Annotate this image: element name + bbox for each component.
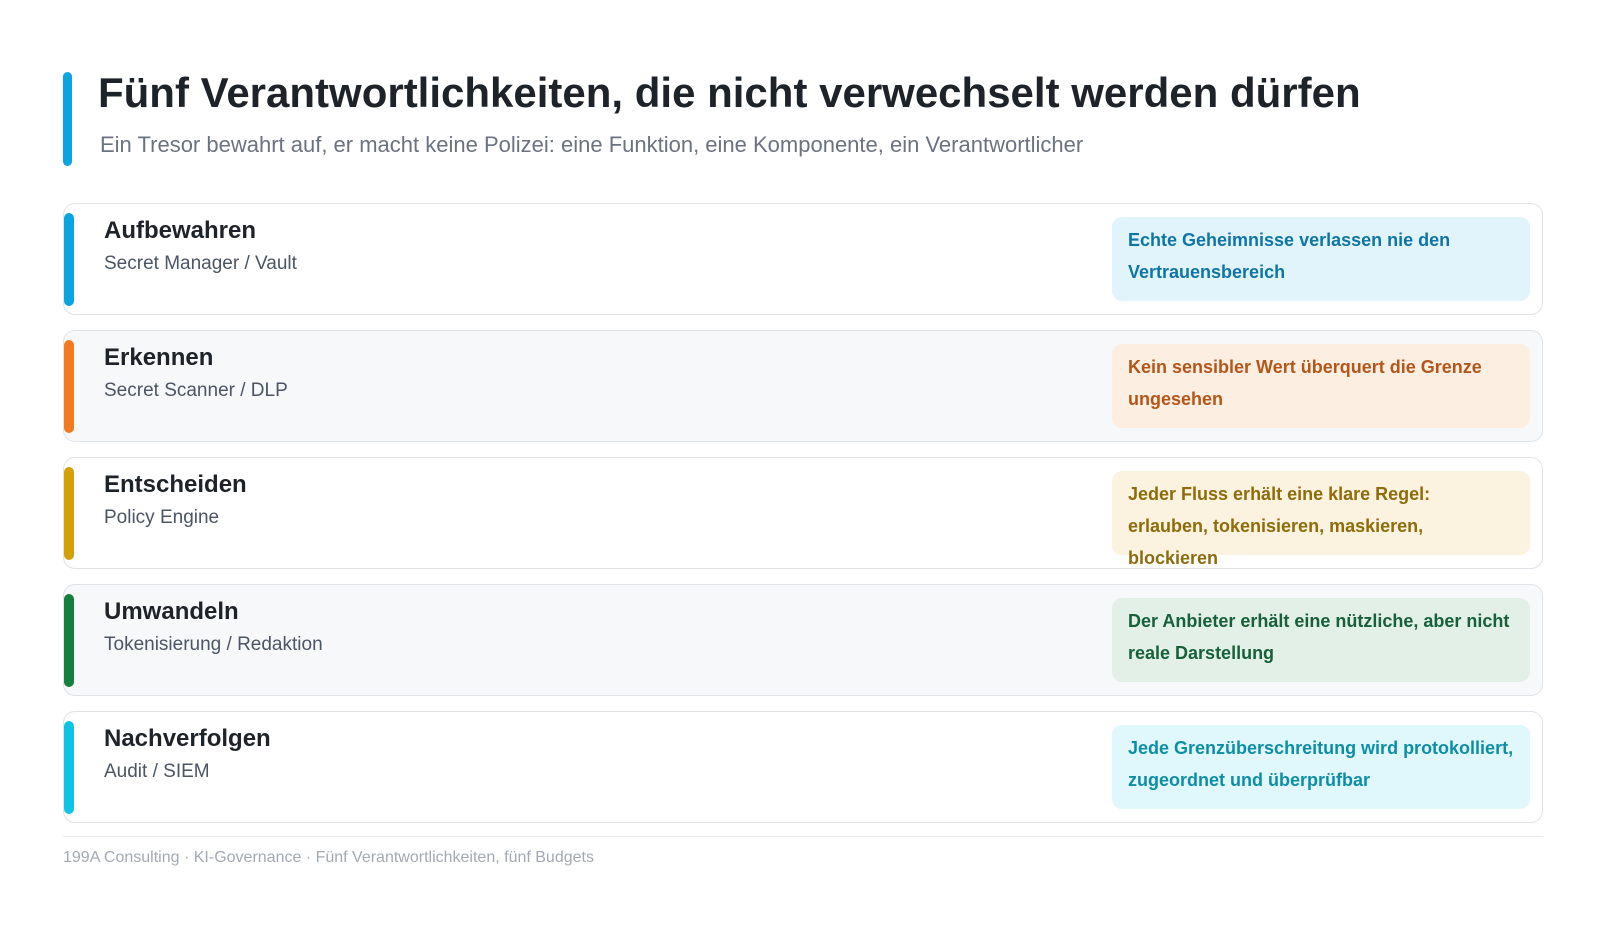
responsibility-row-umwandeln: Umwandeln Tokenisierung / Redaktion Der … xyxy=(63,584,1543,696)
responsibility-row-entscheiden: Entscheiden Policy Engine Jeder Fluss er… xyxy=(63,457,1543,569)
header-accent-bar xyxy=(63,72,72,166)
role-goal-badge: Echte Geheimnisse verlassen nie den Vert… xyxy=(1112,217,1530,301)
row-accent-bar xyxy=(64,594,74,687)
role-component: Audit / SIEM xyxy=(104,761,210,782)
row-accent-bar xyxy=(64,340,74,433)
role-name: Nachverfolgen xyxy=(104,725,271,752)
page-title: Fünf Verantwortlichkeiten, die nicht ver… xyxy=(98,69,1361,116)
role-goal-badge: Jede Grenzüberschreitung wird protokolli… xyxy=(1112,725,1530,809)
role-goal-badge: Der Anbieter erhält eine nützliche, aber… xyxy=(1112,598,1530,682)
role-component: Secret Scanner / DLP xyxy=(104,380,288,401)
responsibility-row-nachverfolgen: Nachverfolgen Audit / SIEM Jede Grenzübe… xyxy=(63,711,1543,823)
footer-text: 199A Consulting · KI-Governance · Fünf V… xyxy=(63,849,594,866)
role-component: Tokenisierung / Redaktion xyxy=(104,634,323,655)
role-goal-badge: Kein sensibler Wert überquert die Grenze… xyxy=(1112,344,1530,428)
role-component: Policy Engine xyxy=(104,507,220,528)
row-accent-bar xyxy=(64,213,74,306)
role-goal-badge: Jeder Fluss erhält eine klare Regel: erl… xyxy=(1112,471,1530,568)
responsibility-row-erkennen: Erkennen Secret Scanner / DLP Kein sensi… xyxy=(63,330,1543,442)
role-name: Entscheiden xyxy=(104,471,247,498)
slide-header: Fünf Verantwortlichkeiten, die nicht ver… xyxy=(63,70,1543,167)
responsibility-list: Aufbewahren Secret Manager / Vault Echte… xyxy=(63,203,1543,838)
role-name: Aufbewahren xyxy=(104,217,257,244)
role-name: Umwandeln xyxy=(104,598,239,625)
role-component: Secret Manager / Vault xyxy=(104,253,297,274)
page-subtitle: Ein Tresor bewahrt auf, er macht keine P… xyxy=(100,132,1084,157)
responsibility-row-aufbewahren: Aufbewahren Secret Manager / Vault Echte… xyxy=(63,203,1543,315)
row-accent-bar xyxy=(64,467,74,560)
row-accent-bar xyxy=(64,721,74,814)
role-name: Erkennen xyxy=(104,344,214,371)
slide: Fünf Verantwortlichkeiten, die nicht ver… xyxy=(0,0,1600,930)
footer-divider xyxy=(63,836,1543,837)
